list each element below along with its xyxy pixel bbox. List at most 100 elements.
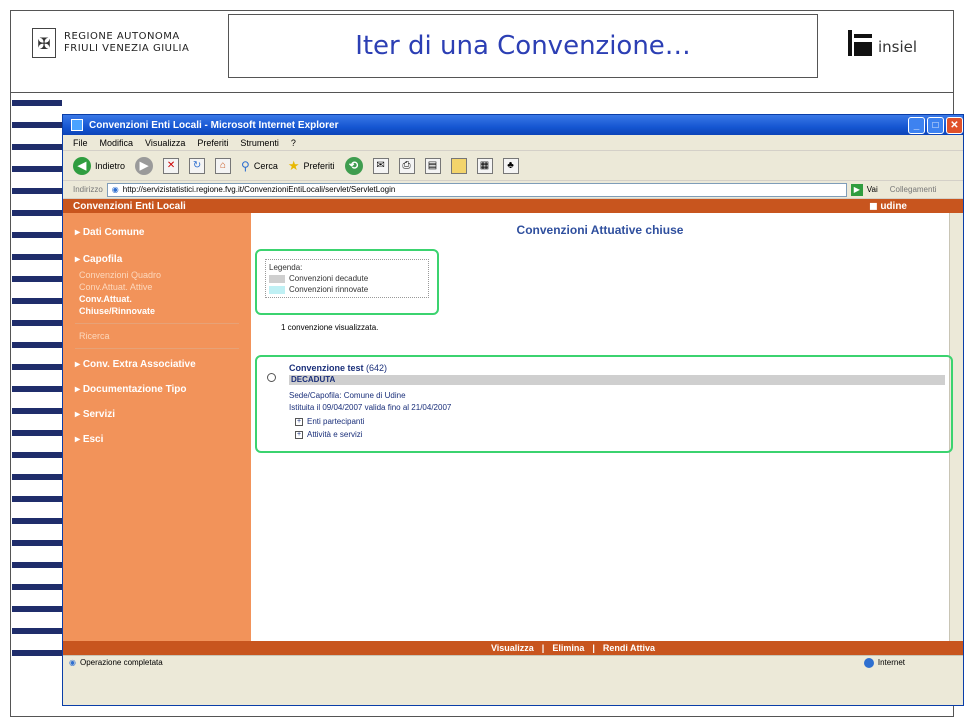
browser-toolbar: ◀ Indietro ▶ ✕ ↻ ⌂ ⚲ Cerca ★ Preferiti ⟲… [63, 151, 963, 181]
go-arrow-icon[interactable]: ▶ [850, 183, 863, 196]
insiel-brand: insiel [878, 38, 918, 56]
legend-label-rinnovate: Convenzioni rinnovate [289, 285, 369, 294]
slide-header-divider [10, 92, 954, 93]
back-button[interactable]: ◀ Indietro [73, 156, 125, 175]
address-field[interactable]: ◉ http://servizistatistici.regione.fvg.i… [106, 182, 847, 197]
sidebar-link-chiuse-rinnovate[interactable]: Chiuse/Rinnovate [63, 305, 251, 317]
go-label[interactable]: Vai [867, 185, 878, 194]
browser-statusbar: ◉ Operazione completata Internet [63, 655, 963, 669]
main-content: Convenzioni Attuative chiuse Legenda: Co… [251, 213, 953, 641]
browser-titlebar[interactable]: Convenzioni Enti Locali - Microsoft Inte… [63, 115, 963, 135]
menu-help[interactable]: ? [291, 138, 296, 148]
app-body: Dati Comune Capofila Convenzioni Quadro … [63, 213, 963, 641]
sidebar-link-ricerca[interactable]: Ricerca [63, 330, 251, 342]
convention-code: (642) [366, 363, 388, 373]
page-title: Convenzioni Attuative chiuse [516, 223, 684, 237]
folder-icon[interactable] [450, 157, 467, 174]
sidebar: Dati Comune Capofila Convenzioni Quadro … [63, 213, 251, 641]
stop-icon[interactable]: ✕ [163, 157, 180, 174]
menu-visualizza[interactable]: Visualizza [145, 138, 185, 148]
legend-swatch-rinnovate [269, 285, 285, 294]
legend: Legenda: Convenzioni decadute Convenzion… [265, 259, 429, 298]
slide-title-box: Iter di una Convenzione… [228, 14, 818, 78]
ie-app-icon [71, 119, 83, 131]
globe-icon [863, 657, 874, 668]
region-name-line1: REGIONE AUTONOMA [64, 31, 180, 42]
history-icon[interactable]: ⟲ [344, 156, 363, 175]
home-icon[interactable]: ⌂ [215, 157, 232, 174]
sidebar-item-capofila[interactable]: Capofila [63, 250, 251, 269]
links-label[interactable]: Collegamenti [890, 185, 937, 194]
app-footer: Visualizza | Elimina | Rendi Attiva [63, 641, 963, 655]
research-icon[interactable]: ▦ [476, 157, 493, 174]
decorative-stripes [12, 100, 62, 672]
slide-title: Iter di una Convenzione… [355, 31, 691, 61]
sidebar-link-convenzioni-quadro[interactable]: Convenzioni Quadro [63, 269, 251, 281]
close-button[interactable]: ✕ [946, 116, 963, 134]
menu-preferiti[interactable]: Preferiti [197, 138, 228, 148]
print-icon[interactable]: ⎙ [398, 157, 415, 174]
legend-swatch-decadute [269, 274, 285, 283]
forward-arrow-icon[interactable]: ▶ [135, 156, 154, 175]
user-name: ◼ udine [869, 200, 907, 212]
sidebar-item-documentazione[interactable]: Documentazione Tipo [63, 380, 251, 399]
menu-modifica[interactable]: Modifica [100, 138, 134, 148]
convention-title: Convenzione test (642) [289, 363, 388, 373]
convention-radio[interactable] [267, 373, 276, 382]
sidebar-item-servizi[interactable]: Servizi [63, 405, 251, 424]
elimina-button[interactable]: Elimina [552, 643, 584, 653]
edit-icon[interactable]: ▤ [424, 157, 441, 174]
sidebar-item-conv-extra[interactable]: Conv. Extra Associative [63, 355, 251, 374]
minimize-button[interactable]: _ [908, 116, 925, 134]
legend-title: Legenda: [269, 263, 303, 272]
browser-title: Convenzioni Enti Locali - Microsoft Inte… [89, 119, 339, 131]
result-count: 1 convenzione visualizzata. [281, 323, 379, 332]
sidebar-item-esci[interactable]: Esci [63, 430, 251, 449]
sidebar-divider [75, 323, 239, 324]
browser-window: Convenzioni Enti Locali - Microsoft Inte… [62, 114, 964, 706]
footer-separator: | [592, 643, 595, 653]
menu-file[interactable]: File [73, 138, 88, 148]
insiel-logo: insiel [848, 30, 917, 56]
expander-attivita-servizi[interactable]: + Attività e servizi [295, 430, 363, 439]
sidebar-link-conv-attive[interactable]: Conv.Attuat. Attive [63, 281, 251, 293]
legend-highlight: Legenda: Convenzioni decadute Convenzion… [255, 249, 439, 315]
security-zone: Internet [863, 657, 905, 668]
search-button[interactable]: ⚲ Cerca [241, 159, 278, 173]
refresh-icon[interactable]: ↻ [189, 157, 206, 174]
maximize-button[interactable]: □ [927, 116, 944, 134]
region-logo: ✠ REGIONE AUTONOMA FRIULI VENEZIA GIULIA [24, 22, 214, 64]
address-url: http://servizistatistici.regione.fvg.it/… [122, 185, 396, 194]
search-icon: ⚲ [241, 158, 250, 173]
address-label: Indirizzo [73, 185, 103, 194]
insiel-mark-icon [848, 30, 872, 56]
sidebar-item-dati-comune[interactable]: Dati Comune [63, 223, 251, 242]
plus-icon: + [295, 430, 303, 439]
region-name-line2: FRIULI VENEZIA GIULIA [64, 43, 190, 54]
browser-menubar: File Modifica Visualizza Preferiti Strum… [63, 135, 963, 151]
menu-strumenti[interactable]: Strumenti [240, 138, 279, 148]
plus-icon: + [295, 417, 303, 426]
footer-separator: | [541, 643, 545, 653]
sidebar-link-conv-attuat[interactable]: Conv.Attuat. [63, 293, 251, 305]
user-icon: ◼ [869, 200, 881, 212]
favorites-button[interactable]: ★ Preferiti [288, 158, 335, 174]
sidebar-divider [75, 348, 239, 349]
app-header-title: Convenzioni Enti Locali [73, 200, 186, 212]
page-icon: ◉ [111, 185, 119, 194]
address-bar: Indirizzo ◉ http://servizistatistici.reg… [63, 181, 963, 199]
back-arrow-icon: ◀ [73, 156, 91, 175]
rendi-attiva-button[interactable]: Rendi Attiva [603, 643, 655, 653]
convention-seat: Sede/Capofila: Comune di Udine [289, 391, 406, 400]
expander-enti-partecipanti[interactable]: + Enti partecipanti [295, 417, 364, 426]
page-done-icon: ◉ [69, 658, 76, 667]
eagle-crest-icon: ✠ [32, 28, 56, 58]
star-icon: ★ [287, 157, 300, 173]
visualizza-button[interactable]: Visualizza [491, 643, 534, 653]
status-badge: DECADUTA [289, 375, 945, 385]
status-text: Operazione completata [79, 658, 163, 667]
messenger-icon[interactable]: ♣ [502, 157, 519, 174]
app-header: Convenzioni Enti Locali ◼ udine [63, 199, 963, 213]
legend-label-decadute: Convenzioni decadute [289, 274, 369, 283]
mail-icon[interactable]: ✉ [372, 157, 389, 174]
